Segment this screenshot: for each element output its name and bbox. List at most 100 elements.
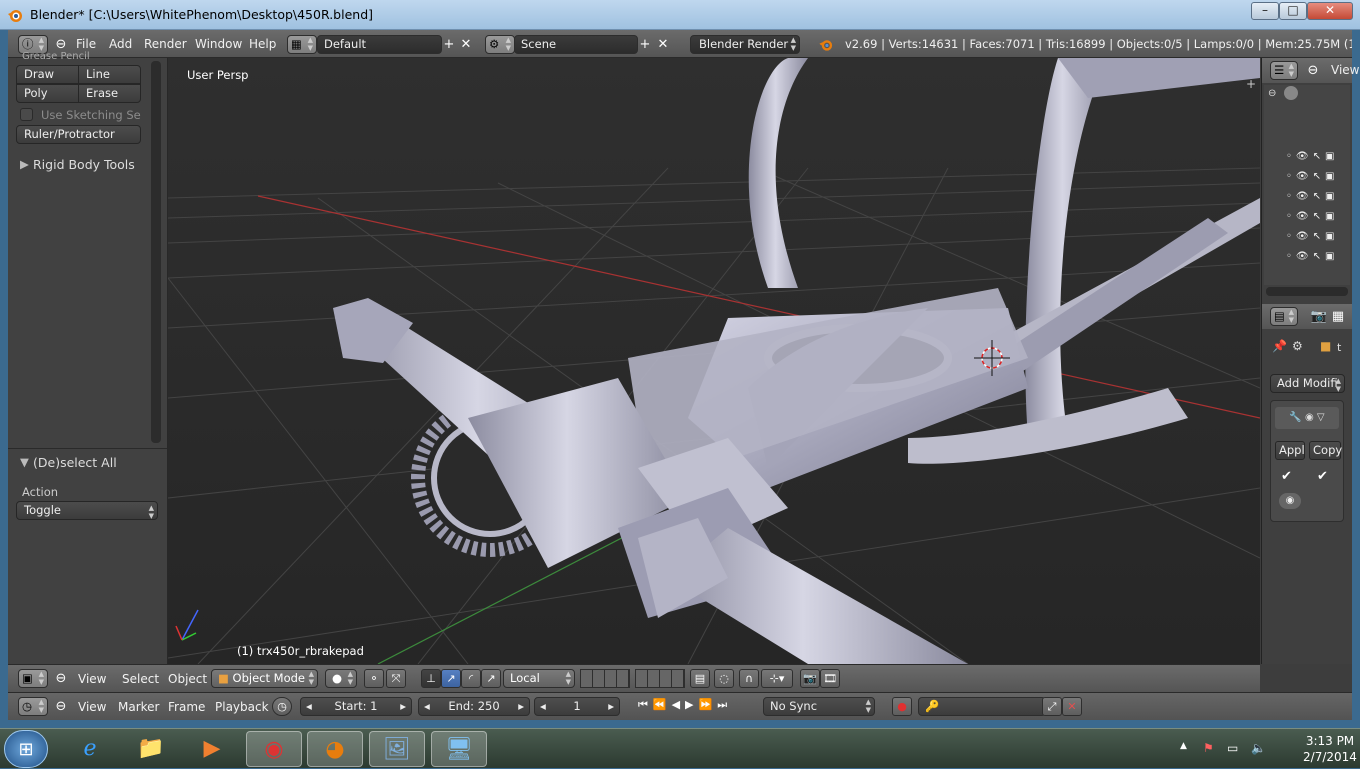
restriction-columns[interactable]: ◦👁↖▣ ◦👁↖▣ ◦👁↖▣ ◦👁↖▣ ◦👁↖▣ ◦👁↖▣ bbox=[1286, 147, 1338, 267]
end-frame-field[interactable]: ◂ End: 250 ▸ bbox=[418, 697, 530, 716]
photo-viewer-icon[interactable]: 🖼 bbox=[369, 731, 425, 767]
layer-lock-icon[interactable]: ▤ bbox=[690, 669, 710, 688]
manipulator-icon[interactable]: ⤧ bbox=[386, 669, 406, 688]
scene-field[interactable]: Scene bbox=[514, 35, 638, 54]
maximize-button[interactable]: □ bbox=[1279, 2, 1307, 20]
insert-keyframe-icon[interactable]: ⤢ bbox=[1042, 697, 1062, 716]
start-frame-field[interactable]: ◂ Start: 1 ▸ bbox=[300, 697, 412, 716]
draw-button[interactable]: Draw bbox=[16, 65, 79, 84]
outliner-view-menu[interactable]: View bbox=[1331, 63, 1359, 77]
add-layout-icon[interactable]: + bbox=[440, 35, 458, 54]
erase-button[interactable]: Erase bbox=[78, 84, 141, 103]
opengl-anim-icon[interactable]: 🎞 bbox=[820, 669, 840, 688]
volume-icon[interactable]: 🔈 bbox=[1251, 741, 1266, 755]
outliner-scrollbar[interactable] bbox=[1266, 287, 1348, 296]
layers-grid[interactable] bbox=[580, 669, 630, 688]
remove-layout-icon[interactable]: ✕ bbox=[457, 35, 475, 54]
render-engine-select[interactable]: Blender Render ▲ ▼ bbox=[690, 35, 800, 54]
eye-icon[interactable]: ◉ bbox=[1279, 493, 1301, 509]
viewport-scene[interactable]: + bbox=[168, 58, 1260, 664]
object-icon[interactable]: ■ bbox=[1320, 339, 1331, 353]
media-player-icon[interactable]: ▶ bbox=[184, 731, 240, 767]
expand-arrow-icon[interactable]: ▶ bbox=[20, 157, 29, 171]
poly-button[interactable]: Poly bbox=[16, 84, 79, 103]
internet-explorer-icon[interactable]: ℯ bbox=[62, 731, 118, 767]
scene-icon[interactable]: ⚙ ▲ ▼ bbox=[485, 35, 515, 54]
rotate-icon[interactable]: ◜ bbox=[461, 669, 481, 688]
outliner-tree[interactable]: ⊖ ◦👁↖▣ ◦👁↖▣ ◦👁↖▣ ◦👁↖▣ ◦👁↖▣ ◦👁↖▣ bbox=[1264, 85, 1350, 285]
menu-select[interactable]: Select bbox=[122, 665, 159, 693]
orientation-select[interactable]: Local ▲ ▼ bbox=[503, 669, 575, 688]
menu-help[interactable]: Help bbox=[249, 30, 276, 58]
collapse-menu-icon[interactable]: ⊖ bbox=[52, 669, 70, 688]
menu-view[interactable]: View bbox=[78, 693, 106, 721]
menu-object[interactable]: Object bbox=[168, 665, 207, 693]
editor-type-3dview-icon[interactable]: ▣ ▲ ▼ bbox=[18, 669, 48, 688]
layers-tab-icon[interactable]: ▦ bbox=[1329, 307, 1347, 326]
current-frame-field[interactable]: ◂ 1 ▸ bbox=[534, 697, 620, 716]
render-tab-icon[interactable]: 📷 bbox=[1310, 307, 1328, 326]
playback-controls[interactable]: ⏮⏪◀▶⏩⏭ bbox=[638, 698, 732, 712]
copy-button[interactable]: Copy bbox=[1309, 441, 1342, 460]
opengl-render-icon[interactable]: 📷 bbox=[800, 669, 820, 688]
close-button[interactable]: ✕ bbox=[1307, 2, 1353, 20]
tool-shelf-scrollbar[interactable] bbox=[151, 61, 161, 443]
3d-viewport[interactable]: + User Persp (1) trx450r_rbrakepad bbox=[168, 58, 1260, 664]
apply-button[interactable]: Appl bbox=[1275, 441, 1305, 460]
operator-title[interactable]: (De)select All bbox=[33, 455, 117, 470]
scale-icon[interactable]: ↗ bbox=[481, 669, 501, 688]
checkmark-icon[interactable]: ✔ bbox=[1317, 469, 1328, 484]
proportional-edit-icon[interactable]: ◌ bbox=[714, 669, 734, 688]
minimize-button[interactable]: – bbox=[1251, 2, 1279, 20]
screen-layout-icon[interactable]: ▦ ▲ ▼ bbox=[287, 35, 317, 54]
expand-toggle-icon[interactable]: ⊖ bbox=[1268, 88, 1276, 99]
pin-icon[interactable]: 📌 bbox=[1272, 339, 1287, 353]
pivot-icon[interactable]: ⚬ bbox=[364, 669, 384, 688]
file-explorer-icon[interactable]: 📁 bbox=[123, 731, 179, 767]
chrome-icon[interactable]: ◉ bbox=[246, 731, 302, 767]
keying-set-field[interactable]: 🔑 bbox=[918, 697, 1046, 716]
grease-pencil-header[interactable]: Grease Pencil bbox=[22, 51, 90, 62]
scene-data-icon[interactable]: ⚙ bbox=[1292, 339, 1303, 353]
mode-select[interactable]: ■ Object Mode ▲ ▼ bbox=[211, 669, 318, 688]
menu-view[interactable]: View bbox=[78, 665, 106, 693]
start-button[interactable]: ⊞ bbox=[4, 730, 48, 768]
remove-scene-icon[interactable]: ✕ bbox=[654, 35, 672, 54]
menu-render[interactable]: Render bbox=[144, 30, 187, 58]
screen-layout-field[interactable]: Default bbox=[317, 35, 442, 54]
checkmark-icon[interactable]: ✔ bbox=[1281, 469, 1292, 484]
ruler-protractor-button[interactable]: Ruler/Protractor bbox=[16, 125, 141, 144]
collapse-menu-icon[interactable]: ⊖ bbox=[1304, 61, 1322, 80]
layers-grid[interactable] bbox=[635, 669, 685, 688]
translate-icon[interactable]: ⊥ bbox=[421, 669, 441, 688]
remote-desktop-icon[interactable]: 🖥 bbox=[431, 731, 487, 767]
properties-editor-icon[interactable]: ▤ ▲ ▼ bbox=[1270, 307, 1298, 326]
line-button[interactable]: Line bbox=[78, 65, 141, 84]
shading-select[interactable]: ● ▲ ▼ bbox=[325, 669, 357, 688]
system-clock[interactable]: 3:13 PM 2/7/2014 bbox=[1300, 733, 1360, 765]
snap-element-icon[interactable]: ⊹▾ bbox=[761, 669, 793, 688]
move-arrow-icon[interactable]: ↗ bbox=[441, 669, 461, 688]
use-sketching-checkbox[interactable] bbox=[20, 108, 33, 121]
blender-taskbar-icon[interactable]: ◕ bbox=[307, 731, 363, 767]
record-icon[interactable]: ● bbox=[892, 697, 912, 716]
menu-playback[interactable]: Playback bbox=[215, 693, 269, 721]
menu-frame[interactable]: Frame bbox=[168, 693, 205, 721]
collapse-arrow-icon[interactable]: ▼ bbox=[20, 455, 29, 469]
delete-keyframe-icon[interactable]: ✕ bbox=[1062, 697, 1082, 716]
show-hidden-icons[interactable]: ▲ bbox=[1180, 741, 1187, 751]
collapse-menu-icon[interactable]: ⊖ bbox=[52, 697, 70, 716]
preview-range-icon[interactable]: ◷ bbox=[272, 697, 292, 716]
network-icon[interactable]: ▭ bbox=[1227, 741, 1238, 755]
action-center-icon[interactable]: ⚑ bbox=[1203, 741, 1214, 755]
snap-toggle-icon[interactable]: ∩ bbox=[739, 669, 759, 688]
rigid-body-tools-header[interactable]: Rigid Body Tools bbox=[33, 157, 135, 172]
modifier-header-icons[interactable]: 🔧 ◉ ▽ bbox=[1275, 407, 1339, 429]
sync-mode-select[interactable]: No Sync ▲ ▼ bbox=[763, 697, 875, 716]
action-select[interactable]: Toggle ▲ ▼ bbox=[16, 501, 158, 520]
menu-add[interactable]: Add bbox=[109, 30, 132, 58]
plus-widget-icon[interactable]: + bbox=[1246, 77, 1256, 91]
menu-window[interactable]: Window bbox=[195, 30, 242, 58]
add-scene-icon[interactable]: + bbox=[636, 35, 654, 54]
add-modifier-select[interactable]: Add Modifi ▲ ▼ bbox=[1270, 374, 1345, 393]
